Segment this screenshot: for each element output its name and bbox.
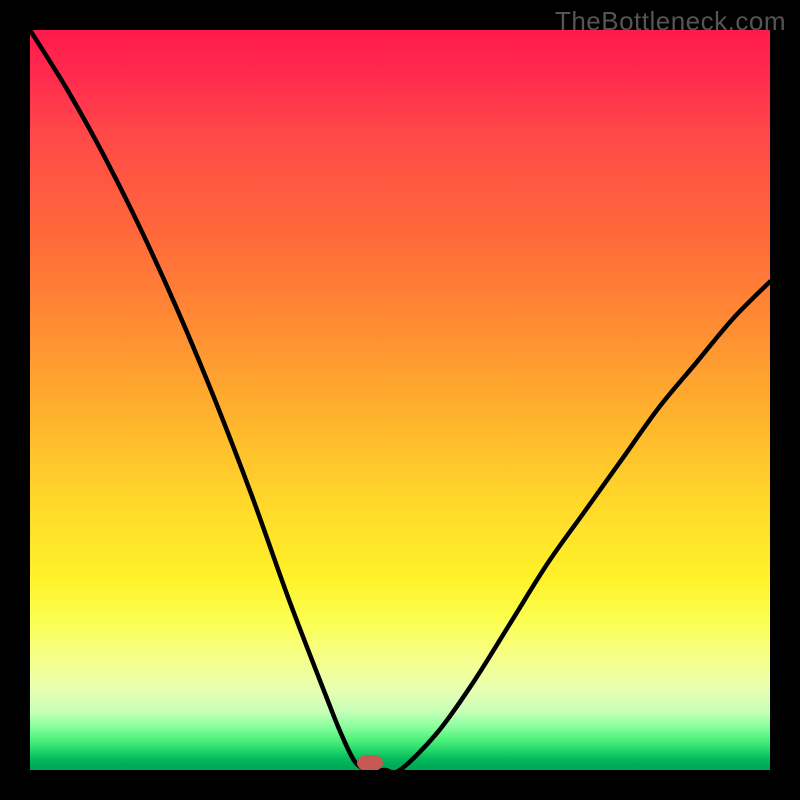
bottleneck-curve [30,30,770,770]
chart-frame: TheBottleneck.com [0,0,800,800]
watermark-text: TheBottleneck.com [555,6,786,37]
optimum-marker [357,755,383,770]
plot-area [30,30,770,770]
